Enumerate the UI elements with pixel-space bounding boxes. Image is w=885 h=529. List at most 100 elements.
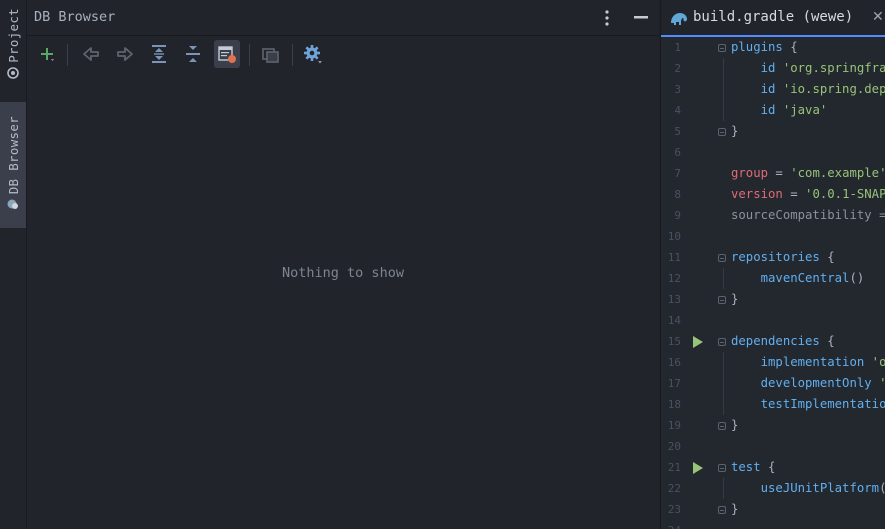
code-line[interactable]: 18 testImplementation bbox=[661, 394, 885, 415]
code-token: { bbox=[819, 334, 835, 348]
code-token: = bbox=[768, 166, 791, 180]
expand-all-button[interactable] bbox=[146, 40, 172, 68]
line-number: 4 bbox=[674, 104, 681, 117]
code-line[interactable]: 8 version = '0.0.1-SNAPSHOT' bbox=[661, 184, 885, 205]
code-token: implementation bbox=[731, 355, 872, 369]
code-line[interactable]: 24 bbox=[661, 520, 885, 529]
close-tab-icon[interactable]: ✕ bbox=[872, 9, 884, 25]
fold-marker-icon[interactable] bbox=[718, 464, 726, 472]
line-number: 1 bbox=[674, 41, 681, 54]
code-line[interactable]: 23} bbox=[661, 499, 885, 520]
settings-button[interactable] bbox=[300, 40, 326, 68]
tool-window-strip: Project DB Browser bbox=[0, 0, 27, 529]
code-text: mavenCentral() bbox=[731, 268, 865, 289]
line-number: 7 bbox=[674, 167, 681, 180]
line-number: 24 bbox=[661, 520, 681, 529]
code-line[interactable]: 13} bbox=[661, 289, 885, 310]
code-area[interactable]: 1plugins {2 id 'org.springframework3 id … bbox=[661, 37, 885, 529]
run-gutter-icon[interactable] bbox=[693, 336, 703, 348]
code-text: test { bbox=[731, 457, 775, 478]
line-number: 12 bbox=[667, 272, 681, 285]
code-line[interactable]: 19} bbox=[661, 415, 885, 436]
code-text: developmentOnly 'or bbox=[731, 373, 885, 394]
project-tool-tab[interactable]: Project bbox=[0, 8, 26, 96]
minimize-icon[interactable] bbox=[632, 10, 650, 24]
line-number: 22 bbox=[667, 482, 681, 495]
fold-marker-icon[interactable] bbox=[718, 296, 726, 304]
code-line[interactable]: 4 id 'java' bbox=[661, 100, 885, 121]
run-gutter-icon[interactable] bbox=[693, 462, 703, 474]
line-number: 19 bbox=[667, 419, 681, 432]
editor-tab[interactable]: build.gradle (wewe) ✕ bbox=[661, 0, 885, 37]
code-token: 'org.springframework bbox=[782, 61, 885, 75]
code-token: repositories bbox=[731, 250, 820, 264]
code-text: sourceCompatibility = bbox=[731, 205, 885, 226]
code-text: } bbox=[731, 499, 738, 520]
code-token: 'org bbox=[871, 355, 885, 369]
code-token: { bbox=[819, 250, 835, 264]
gear-icon bbox=[304, 45, 322, 64]
code-line[interactable]: 10 bbox=[661, 226, 885, 247]
show-object-properties-button[interactable] bbox=[214, 40, 240, 68]
code-text: } bbox=[731, 289, 738, 310]
code-line[interactable]: 2 id 'org.springframework bbox=[661, 58, 885, 79]
line-number: 2 bbox=[674, 62, 681, 75]
line-number: 20 bbox=[667, 440, 681, 453]
tab-title: build.gradle (wewe) bbox=[693, 9, 854, 25]
code-editor: build.gradle (wewe) ✕ 1 plugins {2 id 'or… bbox=[660, 0, 885, 529]
fold-marker-icon[interactable] bbox=[718, 422, 726, 430]
back-button[interactable] bbox=[78, 40, 104, 68]
line-number: 17 bbox=[667, 377, 681, 390]
code-line[interactable]: 6 bbox=[661, 142, 885, 163]
code-line[interactable]: 17 developmentOnly 'or bbox=[661, 373, 885, 394]
code-line[interactable]: 21 test { bbox=[661, 457, 885, 478]
fold-marker-icon[interactable] bbox=[718, 254, 726, 262]
line-number: 23 bbox=[667, 503, 681, 516]
group-button[interactable] bbox=[258, 40, 284, 68]
code-text: id 'io.spring.dependenc bbox=[731, 79, 885, 100]
plus-icon bbox=[41, 48, 54, 61]
line-number: 11 bbox=[667, 251, 681, 264]
expand-all-icon bbox=[152, 45, 166, 63]
code-line[interactable]: 3 id 'io.spring.dependenc bbox=[661, 79, 885, 100]
empty-state-message: Nothing to show bbox=[282, 265, 404, 281]
code-line[interactable]: 1 plugins { bbox=[661, 37, 885, 58]
code-token: } bbox=[731, 292, 739, 306]
arrow-right-icon bbox=[117, 47, 133, 61]
code-token: test bbox=[731, 460, 761, 474]
code-token: mavenCentral bbox=[731, 271, 850, 285]
code-text: testImplementation bbox=[731, 394, 885, 415]
fold-marker-icon[interactable] bbox=[718, 338, 726, 346]
code-token: id bbox=[731, 103, 783, 117]
add-connection-button[interactable] bbox=[34, 40, 60, 68]
arrow-left-icon bbox=[83, 47, 99, 61]
line-number: 18 bbox=[667, 398, 681, 411]
collapse-all-button[interactable] bbox=[180, 40, 206, 68]
fold-marker-icon[interactable] bbox=[718, 44, 726, 52]
code-line[interactable]: 7 group = 'com.example' bbox=[661, 163, 885, 184]
forward-button[interactable] bbox=[112, 40, 138, 68]
project-icon bbox=[7, 66, 19, 79]
code-token: () bbox=[849, 271, 865, 285]
code-line[interactable]: 22 useJUnitPlatform() bbox=[661, 478, 885, 499]
db-browser-tool-tab[interactable]: DB Browser bbox=[0, 102, 26, 228]
code-line[interactable]: 15 dependencies { bbox=[661, 331, 885, 352]
fold-marker-icon[interactable] bbox=[718, 128, 726, 136]
code-line[interactable]: 20 bbox=[661, 436, 885, 457]
code-line[interactable]: 5} bbox=[661, 121, 885, 142]
line-number: 3 bbox=[674, 83, 681, 96]
line-number: 8 bbox=[674, 188, 681, 201]
code-line[interactable]: 9 sourceCompatibility = bbox=[661, 205, 885, 226]
code-token: dependencies bbox=[731, 334, 820, 348]
fold-marker-icon[interactable] bbox=[718, 506, 726, 514]
more-options-icon[interactable] bbox=[601, 9, 613, 27]
code-text: version = '0.0.1-SNAPSHOT' bbox=[731, 184, 885, 205]
line-number: 21 bbox=[667, 461, 681, 474]
code-line[interactable]: 14 bbox=[661, 310, 885, 331]
code-token: developmentOnly bbox=[731, 376, 880, 390]
code-token: () bbox=[879, 481, 885, 495]
code-line[interactable]: 12 mavenCentral() bbox=[661, 268, 885, 289]
line-number: 9 bbox=[674, 209, 681, 222]
code-line[interactable]: 16 implementation 'org bbox=[661, 352, 885, 373]
code-line[interactable]: 11 repositories { bbox=[661, 247, 885, 268]
